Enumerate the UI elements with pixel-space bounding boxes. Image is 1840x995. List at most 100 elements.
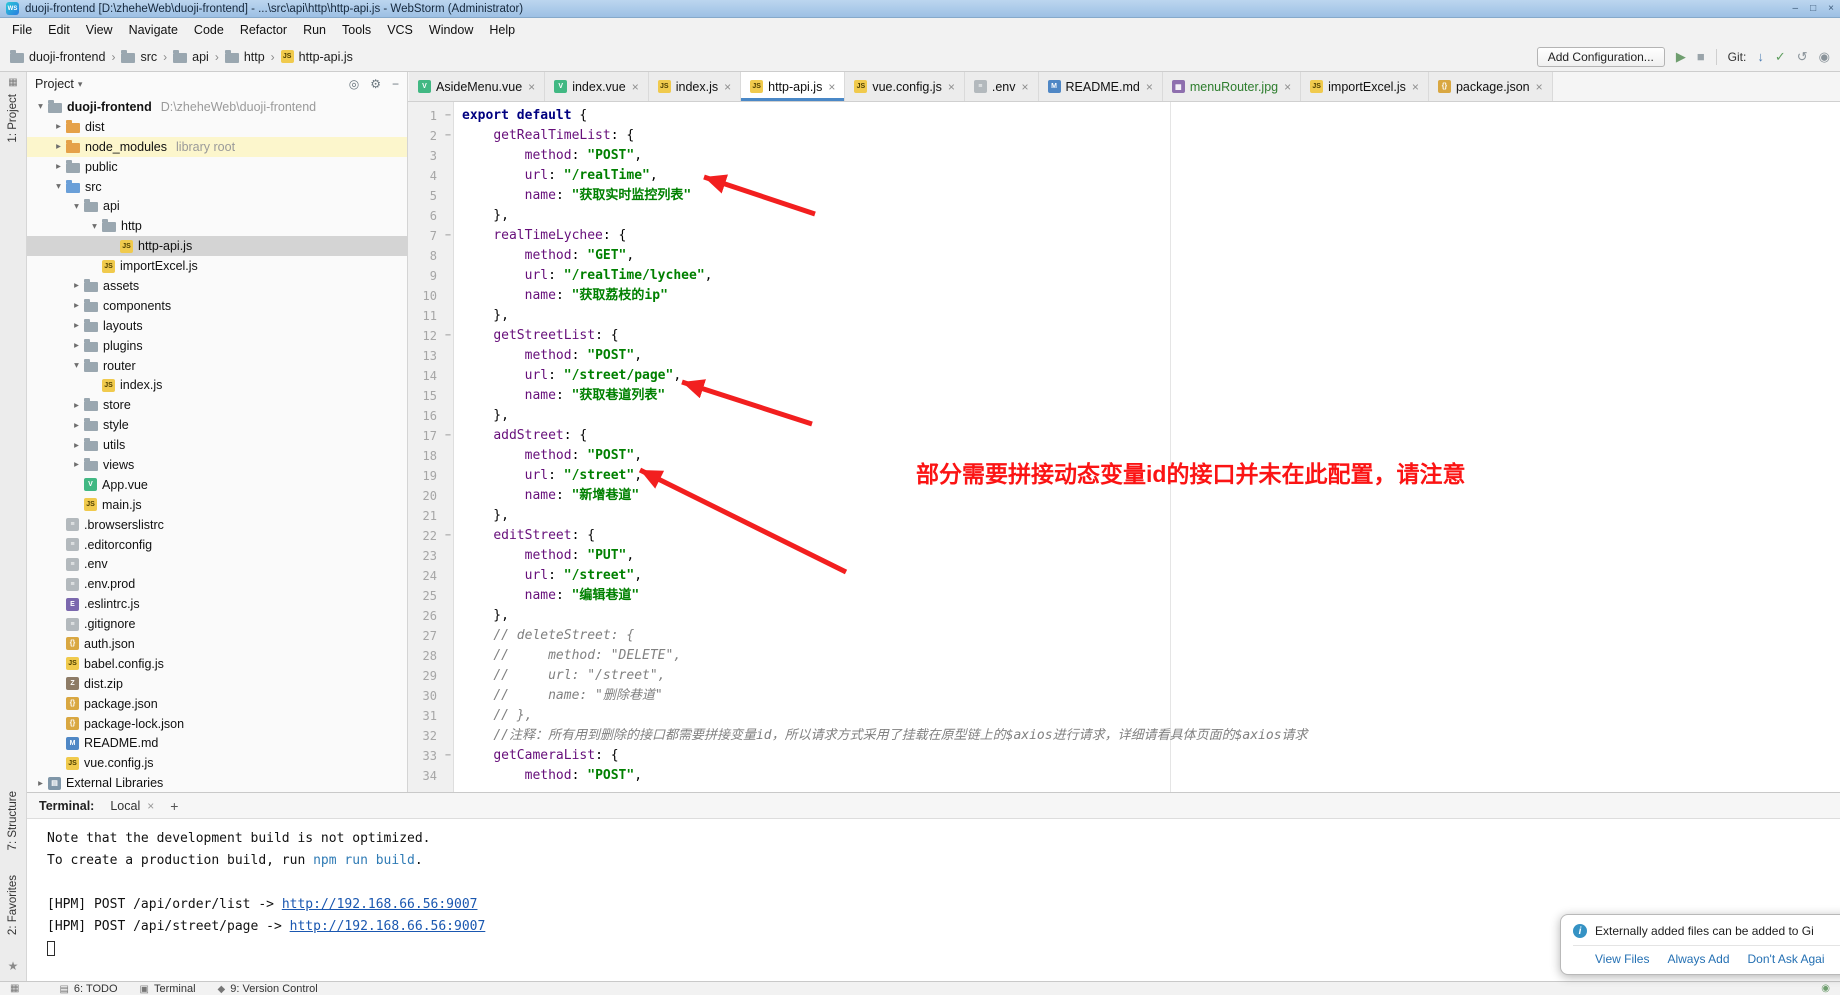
chevron-down-icon[interactable]: ▾ [69, 201, 84, 212]
chevron-right-icon[interactable]: ▸ [69, 400, 84, 411]
close-button[interactable]: × [1828, 3, 1834, 14]
tab-close-icon[interactable]: × [948, 80, 955, 94]
settings-gear-icon[interactable]: ⚙ [370, 77, 381, 91]
code-editor[interactable]: 1−export default {2− getRealTimeList: { 3… [408, 102, 1840, 792]
tree-item-editorconfig[interactable]: ≡.editorconfig [27, 535, 407, 555]
tab-close-icon[interactable]: × [1284, 80, 1291, 94]
tree-item-router[interactable]: ▾router [27, 356, 407, 376]
chevron-right-icon[interactable]: ▸ [69, 420, 84, 431]
menu-file[interactable]: File [4, 20, 40, 40]
chevron-down-icon[interactable]: ▾ [33, 101, 48, 112]
tree-item-public[interactable]: ▸public [27, 157, 407, 177]
git-revert-icon[interactable]: ↺ [1797, 50, 1808, 63]
tree-item-auth-json[interactable]: {}auth.json [27, 634, 407, 654]
stop-icon[interactable]: ■ [1697, 50, 1705, 63]
tab-close-icon[interactable]: × [1146, 80, 1153, 94]
notification-action-don-t-ask-agai[interactable]: Don't Ask Agai [1748, 952, 1825, 966]
tab-close-icon[interactable]: × [528, 80, 535, 94]
chevron-down-icon[interactable]: ▾ [69, 360, 84, 371]
editor-tab-env[interactable]: ≡.env× [965, 72, 1039, 101]
code-line-1[interactable]: 1−export default { [408, 106, 1840, 126]
editor-tab-asidemenu-vue[interactable]: VAsideMenu.vue× [409, 72, 545, 101]
fold-marker-icon[interactable]: − [442, 226, 454, 246]
chevron-right-icon[interactable]: ▸ [51, 161, 66, 172]
tab-close-icon[interactable]: × [1536, 80, 1543, 94]
breadcrumb-src[interactable]: src [121, 50, 157, 64]
code-line-13[interactable]: 13 method: "POST", [408, 346, 1840, 366]
tree-item-layouts[interactable]: ▸layouts [27, 316, 407, 336]
editor-tab-index-js[interactable]: JSindex.js× [649, 72, 741, 101]
add-configuration-button[interactable]: Add Configuration... [1537, 47, 1665, 67]
menu-edit[interactable]: Edit [40, 20, 78, 40]
fold-marker-icon[interactable]: − [442, 426, 454, 446]
menu-help[interactable]: Help [481, 20, 523, 40]
editor-tab-http-api-js[interactable]: JShttp-api.js× [741, 72, 845, 101]
code-line-5[interactable]: 5 name: "获取实时监控列表" [408, 186, 1840, 206]
editor-tab-readme-md[interactable]: MREADME.md× [1039, 72, 1163, 101]
maximize-button[interactable]: □ [1810, 3, 1816, 14]
code-line-24[interactable]: 24 url: "/street", [408, 566, 1840, 586]
code-line-11[interactable]: 11 }, [408, 306, 1840, 326]
statusbar-terminal[interactable]: ▣Terminal [140, 983, 196, 995]
chevron-right-icon[interactable]: ▸ [33, 778, 48, 789]
toolwindow-favorites-button[interactable]: 2: Favorites [7, 875, 19, 935]
tree-item-utils[interactable]: ▸utils [27, 435, 407, 455]
code-line-20[interactable]: 20 name: "新增巷道" [408, 486, 1840, 506]
event-log-icon[interactable]: ◉ [1821, 983, 1830, 994]
breadcrumb-http[interactable]: http [225, 50, 265, 64]
tree-item-env-prod[interactable]: ≡.env.prod [27, 574, 407, 594]
fold-marker-icon[interactable]: − [442, 126, 454, 146]
breadcrumb-api[interactable]: api [173, 50, 209, 64]
chevron-right-icon[interactable]: ▸ [51, 121, 66, 132]
tree-item-main-js[interactable]: JSmain.js [27, 495, 407, 515]
tab-close-icon[interactable]: × [828, 80, 835, 94]
hide-panel-icon[interactable]: − [392, 77, 399, 91]
menu-code[interactable]: Code [186, 20, 232, 40]
code-line-6[interactable]: 6 }, [408, 206, 1840, 226]
code-line-15[interactable]: 15 name: "获取巷道列表" [408, 386, 1840, 406]
terminal-link[interactable]: http://192.168.66.56:9007 [282, 897, 478, 912]
code-line-4[interactable]: 4 url: "/realTime", [408, 166, 1840, 186]
chevron-right-icon[interactable]: ▸ [69, 459, 84, 470]
code-line-29[interactable]: 29 // url: "/street", [408, 666, 1840, 686]
statusbar-9-version-control[interactable]: ◆9: Version Control [218, 983, 318, 995]
tab-close-icon[interactable]: × [724, 80, 731, 94]
code-line-23[interactable]: 23 method: "PUT", [408, 546, 1840, 566]
project-panel-title[interactable]: Project [35, 77, 74, 91]
chevron-down-icon[interactable]: ▾ [78, 79, 83, 90]
tab-close-icon[interactable]: × [632, 80, 639, 94]
fold-marker-icon[interactable]: − [442, 106, 454, 126]
notification-action-always-add[interactable]: Always Add [1667, 952, 1729, 966]
tree-item-external-libraries[interactable]: ▸▤External Libraries [27, 773, 407, 792]
tree-item-http[interactable]: ▾http [27, 216, 407, 236]
chevron-down-icon[interactable]: ▾ [87, 221, 102, 232]
code-line-16[interactable]: 16 }, [408, 406, 1840, 426]
toolwindow-switcher-icon[interactable]: ▦ [10, 983, 19, 994]
tab-close-icon[interactable]: × [1412, 80, 1419, 94]
tree-item-http-api-js[interactable]: JShttp-api.js [27, 236, 407, 256]
notification-action-view-files[interactable]: View Files [1595, 952, 1649, 966]
code-line-32[interactable]: 32 //注释：所有用到删除的接口都需要拼接变量id，所以请求方式采用了挂载在原… [408, 726, 1840, 746]
tree-item-src[interactable]: ▾src [27, 177, 407, 197]
code-line-17[interactable]: 17− addStreet: { [408, 426, 1840, 446]
editor-tab-importexcel-js[interactable]: JSimportExcel.js× [1301, 72, 1429, 101]
code-line-10[interactable]: 10 name: "获取荔枝的ip" [408, 286, 1840, 306]
editor-tab-menurouter-jpg[interactable]: ▦menuRouter.jpg× [1163, 72, 1301, 101]
git-commit-icon[interactable]: ✓ [1775, 50, 1786, 63]
code-line-9[interactable]: 9 url: "/realTime/lychee", [408, 266, 1840, 286]
menu-tools[interactable]: Tools [334, 20, 379, 40]
code-line-28[interactable]: 28 // method: "DELETE", [408, 646, 1840, 666]
tree-item-package-lock-json[interactable]: {}package-lock.json [27, 714, 407, 734]
menu-run[interactable]: Run [295, 20, 334, 40]
tree-item-dist-zip[interactable]: Zdist.zip [27, 674, 407, 694]
locate-file-icon[interactable]: ◎ [349, 77, 359, 91]
tab-close-icon[interactable]: × [147, 799, 154, 813]
code-line-34[interactable]: 34 method: "POST", [408, 766, 1840, 786]
toolwindow-structure-button[interactable]: 7: Structure [7, 791, 19, 850]
favorites-star-icon[interactable]: ★ [8, 959, 19, 973]
code-line-2[interactable]: 2− getRealTimeList: { [408, 126, 1840, 146]
tree-item-index-js[interactable]: JSindex.js [27, 375, 407, 395]
chevron-right-icon[interactable]: ▸ [69, 340, 84, 351]
code-line-26[interactable]: 26 }, [408, 606, 1840, 626]
editor-tab-package-json[interactable]: {}package.json× [1429, 72, 1553, 101]
